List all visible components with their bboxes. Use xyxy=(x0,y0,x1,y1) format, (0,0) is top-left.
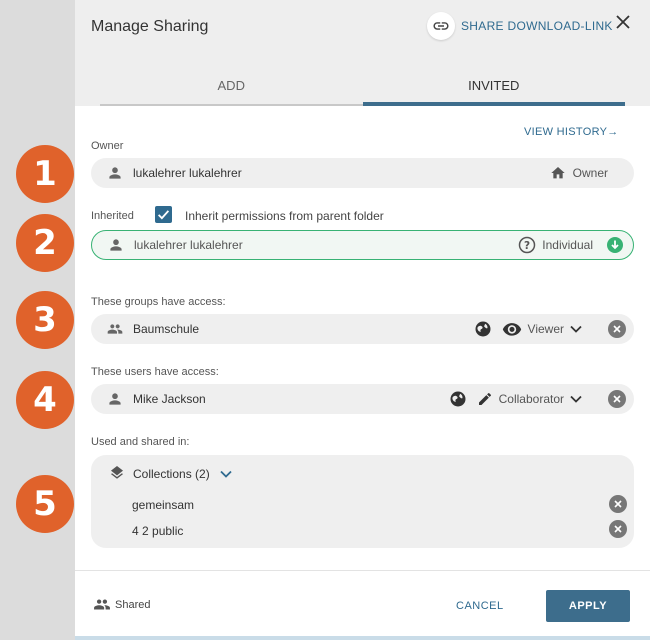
used-shared-label: Used and shared in: xyxy=(91,436,190,448)
inherit-permissions-checkbox[interactable] xyxy=(155,206,172,223)
globe-icon[interactable] xyxy=(474,320,492,338)
close-icon xyxy=(613,395,621,403)
tab-bar: ADD INVITED xyxy=(100,70,625,106)
owner-role: Owner xyxy=(549,165,608,181)
tab-invited[interactable]: INVITED xyxy=(362,70,625,106)
collections-panel: Collections (2) gemeinsam 4 2 public xyxy=(91,455,634,548)
inherited-role: ? Individual xyxy=(518,236,593,254)
link-icon xyxy=(427,12,455,40)
chevron-down-icon xyxy=(220,470,232,478)
collection-item: gemeinsam xyxy=(132,498,195,512)
remove-collection-button[interactable] xyxy=(609,520,627,538)
owner-row: lukalehrer lukalehrer Owner xyxy=(91,158,634,188)
owner-name: lukalehrer lukalehrer xyxy=(133,166,242,180)
chevron-down-icon xyxy=(570,325,582,333)
bottom-accent-bar xyxy=(75,636,650,640)
dialog-title: Manage Sharing xyxy=(91,18,209,35)
collections-toggle[interactable]: Collections (2) xyxy=(109,466,232,482)
close-icon xyxy=(614,525,622,533)
close-icon xyxy=(614,500,622,508)
shared-label: Shared xyxy=(115,598,151,611)
chevron-down-icon xyxy=(570,395,582,403)
group-row: Baumschule Viewer xyxy=(91,314,634,344)
share-download-link-label: SHARE DOWNLOAD-LINK xyxy=(461,19,613,33)
person-icon xyxy=(108,237,124,253)
person-icon xyxy=(107,391,123,407)
group-role-dropdown[interactable]: Viewer xyxy=(502,322,582,336)
inherited-role-label: Individual xyxy=(542,238,593,252)
view-history-link[interactable]: VIEW HISTORY→ xyxy=(524,126,619,138)
home-icon xyxy=(549,165,567,181)
user-row: Mike Jackson Collaborator xyxy=(91,384,634,414)
collection-item: 4 2 public xyxy=(132,524,184,538)
users-label: These users have access: xyxy=(91,366,219,378)
cancel-button[interactable]: CANCEL xyxy=(456,600,504,612)
groups-label: These groups have access: xyxy=(91,296,226,308)
user-name: Mike Jackson xyxy=(133,392,206,406)
arrow-right-icon: → xyxy=(607,126,619,138)
remove-group-button[interactable] xyxy=(608,320,626,338)
inherited-name: lukalehrer lukalehrer xyxy=(134,238,243,252)
group-icon xyxy=(93,598,111,611)
collections-label: Collections (2) xyxy=(133,467,210,481)
apply-button[interactable]: APPLY xyxy=(546,590,630,622)
manage-sharing-dialog: Manage Sharing SHARE DOWNLOAD-LINK ADD I… xyxy=(75,0,650,640)
dialog-header: Manage Sharing SHARE DOWNLOAD-LINK ADD I… xyxy=(75,0,650,106)
callout-5: 5 xyxy=(16,475,74,533)
group-name: Baumschule xyxy=(133,322,200,336)
eye-icon xyxy=(502,322,522,336)
svg-text:?: ? xyxy=(524,240,530,252)
view-history-label: VIEW HISTORY xyxy=(524,126,608,138)
inherited-label: Inherited xyxy=(91,210,134,222)
user-role-dropdown[interactable]: Collaborator xyxy=(477,391,582,407)
pencil-icon xyxy=(477,391,493,407)
person-icon xyxy=(107,165,123,181)
help-circle-icon: ? xyxy=(518,236,536,254)
group-icon xyxy=(107,321,123,337)
checkmark-icon xyxy=(157,210,170,220)
share-download-link-button[interactable]: SHARE DOWNLOAD-LINK xyxy=(427,12,613,40)
inherited-indicator-icon xyxy=(607,237,623,253)
owner-label: Owner xyxy=(91,140,124,152)
remove-user-button[interactable] xyxy=(608,390,626,408)
inherited-row: lukalehrer lukalehrer ? Individual xyxy=(91,230,634,260)
callout-1: 1 xyxy=(16,145,74,203)
inherit-permissions-label: Inherit permissions from parent folder xyxy=(185,209,384,223)
remove-collection-button[interactable] xyxy=(609,495,627,513)
user-role-label: Collaborator xyxy=(498,392,564,406)
shared-status: Shared xyxy=(93,598,150,611)
layers-icon xyxy=(109,466,125,482)
close-icon xyxy=(613,325,621,333)
callout-2: 2 xyxy=(16,214,74,272)
close-icon[interactable] xyxy=(615,14,631,35)
group-role-label: Viewer xyxy=(527,322,564,336)
footer-divider xyxy=(75,570,650,571)
tab-add[interactable]: ADD xyxy=(100,70,363,106)
callout-4: 4 xyxy=(16,371,74,429)
callout-3: 3 xyxy=(16,291,74,349)
globe-icon[interactable] xyxy=(449,390,467,408)
owner-role-label: Owner xyxy=(572,166,608,180)
